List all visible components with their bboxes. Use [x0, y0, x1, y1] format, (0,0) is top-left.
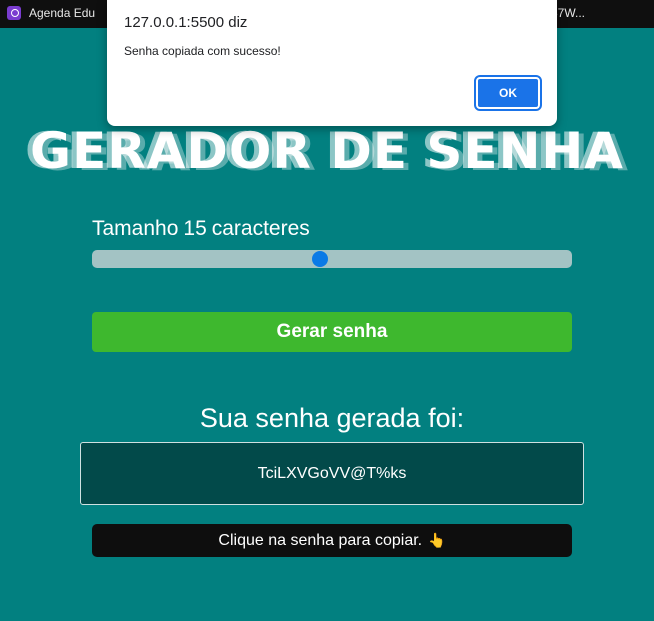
generated-password[interactable]: TciLXVGoVV@T%ks	[80, 442, 584, 505]
generate-password-button[interactable]: Gerar senha	[92, 312, 572, 352]
result-title: Sua senha gerada foi:	[199, 403, 465, 433]
page-title: GERADOR DE SENHA	[30, 122, 624, 180]
dialog-ok-button[interactable]: OK	[474, 75, 542, 111]
size-label-suffix: caracteres	[211, 217, 310, 240]
size-label: Tamanho 15 caracteres	[92, 217, 315, 241]
copy-tooltip: Clique na senha para copiar. 👆	[92, 524, 572, 557]
alert-dialog: 127.0.0.1:5500 diz Senha copiada com suc…	[107, 0, 557, 126]
bookmark-agenda-edu[interactable]: Agenda Edu	[29, 6, 95, 20]
size-slider[interactable]	[92, 250, 572, 268]
dialog-origin: 127.0.0.1:5500 diz	[124, 14, 248, 31]
agenda-edu-icon[interactable]	[7, 6, 21, 20]
size-value: 15	[183, 217, 207, 240]
slider-thumb[interactable]	[311, 251, 328, 267]
size-label-prefix: Tamanho	[92, 217, 179, 240]
tooltip-text: Clique na senha para copiar.	[218, 531, 423, 549]
pointing-hand-icon: 👆	[428, 532, 446, 548]
bookmark-truncated[interactable]: 37W...	[551, 6, 611, 20]
dialog-message: Senha copiada com sucesso!	[124, 44, 281, 58]
